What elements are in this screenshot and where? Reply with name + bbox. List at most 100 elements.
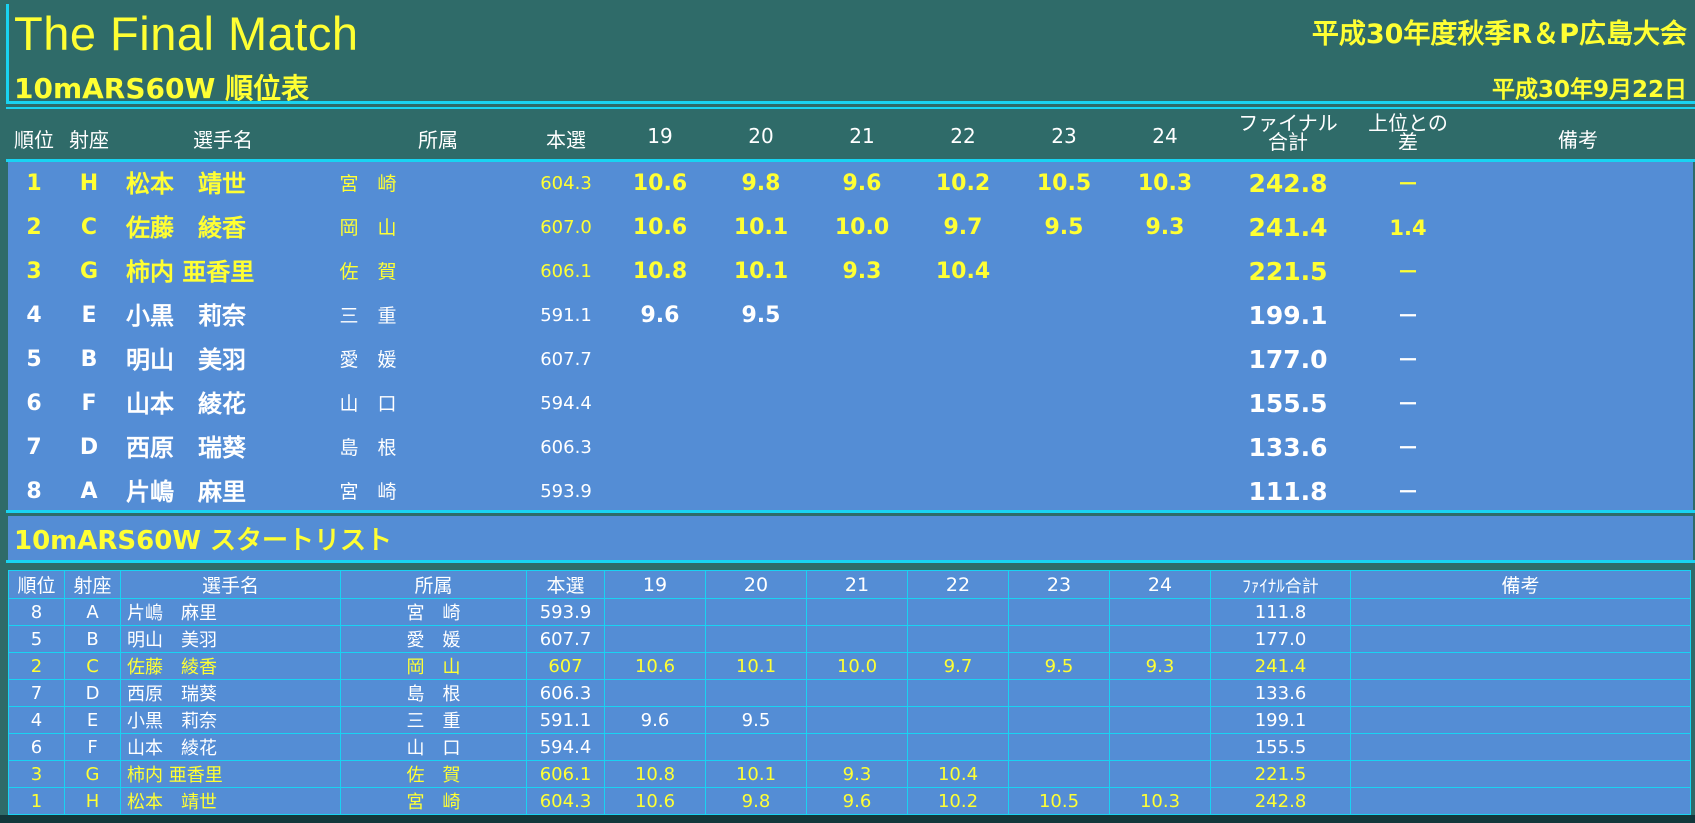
remark-cell: [1468, 382, 1688, 426]
diff-cell: －: [1397, 304, 1419, 328]
sl-rank: 7: [8, 679, 65, 707]
qualification-score: 607.0: [540, 217, 592, 238]
final-total: 242.8: [1248, 169, 1328, 198]
shot-20: [721, 470, 801, 514]
bottom-bar: [0, 815, 1695, 823]
sl-shot-22: 10.4: [907, 760, 1009, 788]
sl-main: 606.1: [526, 760, 605, 788]
ranking-row: 6 F 山本 綾花山 口 594.4 155.5 －: [8, 382, 1693, 426]
rank-cell: 4: [26, 303, 42, 328]
sl-remark: [1350, 760, 1691, 788]
rank-cell: 5: [26, 347, 42, 372]
sl-shot-24: 10.3: [1109, 787, 1211, 815]
sl-shot-23: 10.5: [1008, 787, 1110, 815]
shot-19: [620, 426, 700, 470]
sl-shot-22: [907, 706, 1009, 734]
diff-cell: －: [1397, 436, 1419, 460]
club-cell: 三 重: [339, 305, 397, 327]
header-divider-2: [6, 107, 1695, 109]
sl-shot-20: [705, 679, 807, 707]
shot-19: [620, 338, 700, 382]
col-21: 21: [849, 124, 875, 148]
club-cell: 山 口: [339, 393, 397, 415]
sl-shot-23: [1008, 760, 1110, 788]
sl-shot-23: [1008, 598, 1110, 626]
club-cell: 宮 崎: [339, 173, 397, 195]
col-remark: 備考: [1558, 128, 1598, 152]
final-total: 111.8: [1248, 477, 1328, 506]
remark-cell: [1468, 250, 1688, 294]
seat-cell: E: [81, 303, 97, 328]
sl-total: 242.8: [1210, 787, 1351, 815]
startlist-row: 4 E 小黒 莉奈三 重 591.1 9.6 9.5 199.1: [8, 706, 1691, 734]
sl-shot-21: [806, 706, 908, 734]
sl-shot-21: 9.6: [806, 787, 908, 815]
sl-col-22: 22: [907, 570, 1009, 599]
seat-cell: D: [79, 435, 99, 460]
sl-main: 594.4: [526, 733, 605, 761]
sl-shot-19: [604, 733, 706, 761]
shot-19: 10.8: [632, 259, 688, 284]
shot-22: 10.4: [935, 259, 991, 284]
final-total: 177.0: [1248, 345, 1328, 374]
startlist-row: 3 G 柿内 亜香里佐 賀 606.1 10.8 10.1 9.3 10.4 221.5: [8, 760, 1691, 788]
shot-23: [1024, 294, 1104, 338]
sl-name: 山本 綾花: [120, 733, 341, 761]
col-seat: 射座: [69, 128, 109, 152]
club-cell: 佐 賀: [339, 261, 397, 283]
sl-total: 199.1: [1210, 706, 1351, 734]
sl-rank: 5: [8, 625, 65, 653]
shot-22: 10.2: [935, 171, 991, 196]
sl-shot-21: [806, 679, 908, 707]
sl-rank: 4: [8, 706, 65, 734]
sl-remark: [1350, 733, 1691, 761]
sl-seat: A: [64, 598, 121, 626]
sl-club: 三 重: [340, 706, 527, 734]
sl-club: 佐 賀: [340, 760, 527, 788]
sl-name: 片嶋 麻里: [120, 598, 341, 626]
col-club: 所属: [418, 128, 458, 152]
shot-22: [923, 294, 1003, 338]
sl-club: 宮 崎: [340, 787, 527, 815]
seat-cell: B: [80, 347, 98, 372]
sl-rank: 1: [8, 787, 65, 815]
diff-cell: －: [1397, 172, 1419, 196]
startlist-title: 10mARS60W スタートリスト: [14, 526, 393, 556]
sl-shot-22: [907, 598, 1009, 626]
sl-total: 221.5: [1210, 760, 1351, 788]
sl-main: 607: [526, 652, 605, 680]
sl-remark: [1350, 679, 1691, 707]
sl-name: 佐藤 綾香: [120, 652, 341, 680]
col-name: 選手名: [193, 128, 253, 152]
sl-shot-23: [1008, 625, 1110, 653]
sl-col-19: 19: [604, 570, 706, 599]
shot-20: [721, 426, 801, 470]
sl-col-final-total: ﾌｧｲﾅﾙ合計: [1210, 570, 1351, 599]
club-cell: 宮 崎: [339, 481, 397, 503]
shot-24: 9.3: [1145, 215, 1185, 240]
shot-23: [1024, 338, 1104, 382]
sl-total: 177.0: [1210, 625, 1351, 653]
col-final-total-l2: 合計: [1268, 130, 1308, 154]
sl-shot-19: 9.6: [604, 706, 706, 734]
shot-20: [721, 338, 801, 382]
ranking-row: 8 A 片嶋 麻里宮 崎 593.9 111.8 －: [8, 470, 1693, 514]
col-23: 23: [1051, 124, 1077, 148]
sl-main: 591.1: [526, 706, 605, 734]
sl-shot-19: 10.6: [604, 787, 706, 815]
sl-shot-22: [907, 733, 1009, 761]
ranking-row: 3 G 柿内 亜香里佐 賀 606.1 10.8 10.1 9.3 10.4 221.5 －: [8, 250, 1693, 294]
shot-24: [1125, 294, 1205, 338]
ranking-row: 4 E 小黒 莉奈三 重 591.1 9.6 9.5 199.1 －: [8, 294, 1693, 338]
ranking-bottom-divider: [6, 510, 1695, 513]
final-total: 133.6: [1248, 433, 1328, 462]
sl-shot-19: [604, 598, 706, 626]
qualification-score: 606.1: [540, 261, 592, 282]
event-name: 平成30年度秋季R＆P広島大会: [1311, 19, 1687, 50]
sl-total: 111.8: [1210, 598, 1351, 626]
sl-shot-21: 9.3: [806, 760, 908, 788]
header-divider: [6, 101, 1695, 104]
diff-cell: －: [1397, 392, 1419, 416]
sl-shot-24: [1109, 598, 1211, 626]
shot-21: [822, 426, 902, 470]
